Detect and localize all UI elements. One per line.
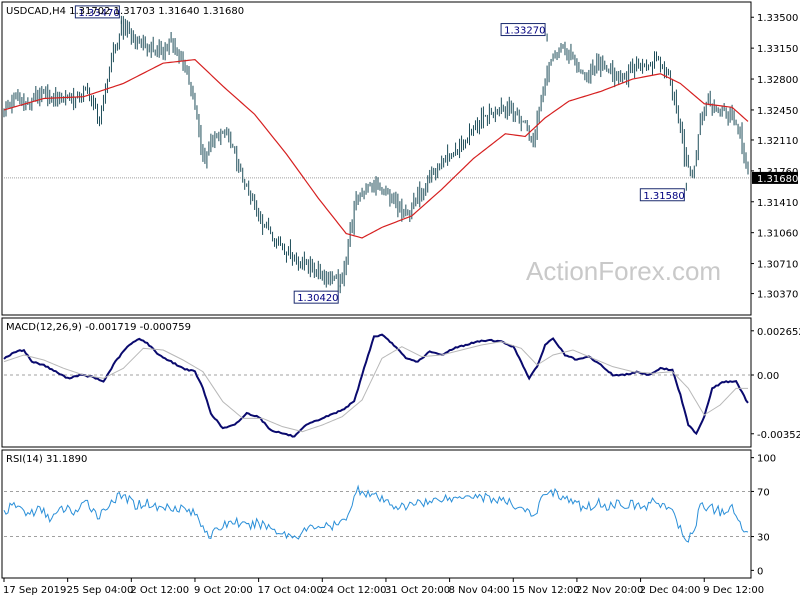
current-price-label: 1.31680 — [757, 174, 798, 185]
rsi-tick-label: 70 — [757, 487, 770, 498]
price-tick-label: 1.32450 — [757, 106, 798, 117]
price-tick-label: 1.32800 — [757, 75, 798, 86]
extreme-label: 1.30420 — [297, 293, 338, 304]
time-tick-label: 2 Dec 04:00 — [640, 585, 701, 596]
time-tick-label: 8 Nov 04:00 — [449, 585, 510, 596]
forex-chart: ActionForex.com 1.33470 1.30420 1.33270 1.3… — [0, 0, 800, 600]
price-tick-label: 1.30370 — [757, 290, 798, 301]
price-panel-header: USDCAD,H4 1.31702 1.31703 1.31640 1.3168… — [6, 6, 244, 17]
macd-tick-label: 0.002652 — [757, 327, 800, 338]
macd-tick-label: -0.003526 — [757, 430, 800, 441]
extreme-label: 1.31580 — [643, 191, 684, 202]
macd-panel-header: MACD(12,26,9) -0.001719 -0.000759 — [6, 322, 191, 333]
chart-background — [0, 0, 800, 600]
extreme-label: 1.33270 — [504, 26, 545, 37]
price-tick-label: 1.33150 — [757, 44, 798, 55]
time-tick-label: 31 Oct 20:00 — [385, 585, 450, 596]
price-tick-label: 1.32110 — [757, 136, 798, 147]
time-tick-label: 24 Oct 12:00 — [321, 585, 386, 596]
macd-tick-label: 0.00 — [757, 371, 779, 382]
time-tick-label: 17 Sep 2019 — [3, 585, 66, 596]
rsi-tick-label: 30 — [757, 533, 770, 544]
time-tick-label: 9 Oct 20:00 — [194, 585, 253, 596]
rsi-panel-header: RSI(14) 31.1890 — [6, 454, 87, 465]
time-tick-label: 22 Nov 20:00 — [576, 585, 643, 596]
price-tick-label: 1.30710 — [757, 260, 798, 271]
chart-canvas: ActionForex.com 1.334701.304201.332701.3… — [0, 0, 800, 600]
rsi-tick-label: 100 — [757, 454, 776, 465]
rsi-tick-label: 0 — [757, 566, 763, 577]
time-tick-label: 25 Sep 04:00 — [67, 585, 134, 596]
time-tick-label: 17 Oct 04:00 — [258, 585, 323, 596]
price-tick-label: 1.31410 — [757, 198, 798, 209]
price-tick-label: 1.33500 — [757, 13, 798, 24]
price-tick-label: 1.31060 — [757, 229, 798, 240]
time-tick-label: 2 Oct 12:00 — [130, 585, 189, 596]
watermark-text: ActionForex.com — [526, 256, 721, 286]
time-tick-label: 9 Dec 12:00 — [703, 585, 764, 596]
time-tick-label: 15 Nov 12:00 — [512, 585, 579, 596]
